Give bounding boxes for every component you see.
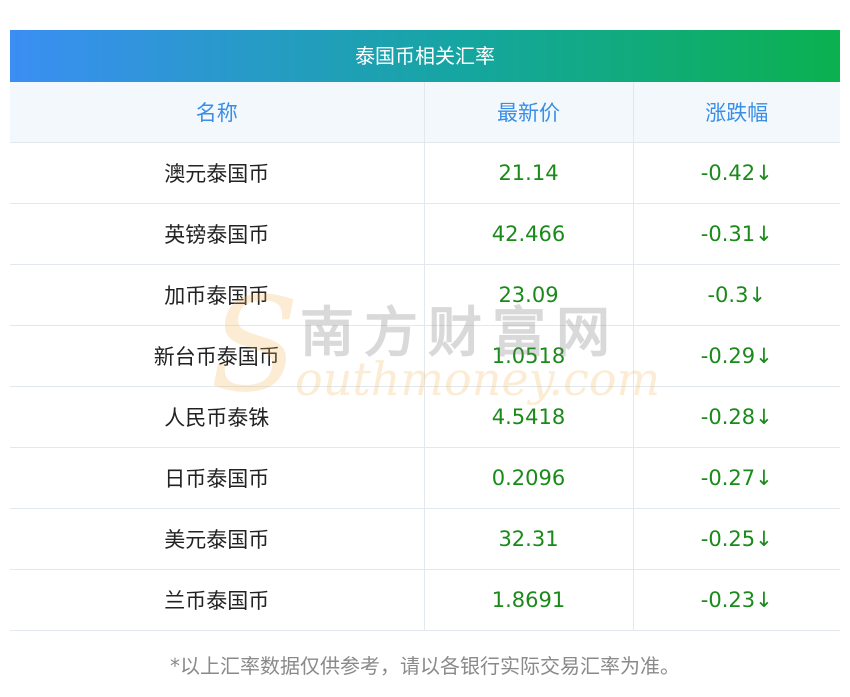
exchange-rate-table: 名称 最新价 涨跌幅 澳元泰国币 21.14 -0.42↓ 英镑泰国币 42.4… bbox=[10, 82, 840, 631]
row-price: 32.31 bbox=[424, 508, 634, 570]
row-price: 1.8691 bbox=[424, 569, 634, 631]
row-price: 23.09 bbox=[424, 264, 634, 326]
row-change: -0.29↓ bbox=[633, 325, 840, 387]
header-change: 涨跌幅 bbox=[633, 82, 840, 143]
row-name: 加币泰国币 bbox=[10, 264, 425, 326]
table-row: 人民币泰铢 4.5418 -0.28↓ bbox=[10, 386, 840, 448]
table-title: 泰国币相关汇率 bbox=[10, 30, 840, 82]
table-row: 兰币泰国币 1.8691 -0.23↓ bbox=[10, 569, 840, 631]
row-price: 42.466 bbox=[424, 203, 634, 265]
row-change: -0.27↓ bbox=[633, 447, 840, 509]
row-name: 日币泰国币 bbox=[10, 447, 425, 509]
row-change: -0.25↓ bbox=[633, 508, 840, 570]
row-name: 人民币泰铢 bbox=[10, 386, 425, 448]
table-row: 英镑泰国币 42.466 -0.31↓ bbox=[10, 203, 840, 265]
table-row: 新台币泰国币 1.0518 -0.29↓ bbox=[10, 325, 840, 387]
row-price: 4.5418 bbox=[424, 386, 634, 448]
row-price: 0.2096 bbox=[424, 447, 634, 509]
row-change: -0.31↓ bbox=[633, 203, 840, 265]
table-row: 日币泰国币 0.2096 -0.27↓ bbox=[10, 447, 840, 509]
header-price: 最新价 bbox=[424, 82, 634, 143]
row-name: 美元泰国币 bbox=[10, 508, 425, 570]
table-row: 美元泰国币 32.31 -0.25↓ bbox=[10, 508, 840, 570]
row-name: 新台币泰国币 bbox=[10, 325, 425, 387]
table-header-row: 名称 最新价 涨跌幅 bbox=[10, 82, 840, 143]
row-change: -0.42↓ bbox=[633, 142, 840, 204]
exchange-rate-card: 泰国币相关汇率 名称 最新价 涨跌幅 澳元泰国币 21.14 -0.42↓ 英镑… bbox=[10, 30, 840, 631]
row-price: 21.14 bbox=[424, 142, 634, 204]
row-change: -0.28↓ bbox=[633, 386, 840, 448]
row-change: -0.3↓ bbox=[633, 264, 840, 326]
table-row: 加币泰国币 23.09 -0.3↓ bbox=[10, 264, 840, 326]
disclaimer-footnote: *以上汇率数据仅供参考，请以各银行实际交易汇率为准。 bbox=[170, 654, 680, 678]
row-name: 兰币泰国币 bbox=[10, 569, 425, 631]
table-row: 澳元泰国币 21.14 -0.42↓ bbox=[10, 142, 840, 204]
header-name: 名称 bbox=[10, 82, 425, 143]
row-name: 澳元泰国币 bbox=[10, 142, 425, 204]
row-name: 英镑泰国币 bbox=[10, 203, 425, 265]
row-price: 1.0518 bbox=[424, 325, 634, 387]
row-change: -0.23↓ bbox=[633, 569, 840, 631]
